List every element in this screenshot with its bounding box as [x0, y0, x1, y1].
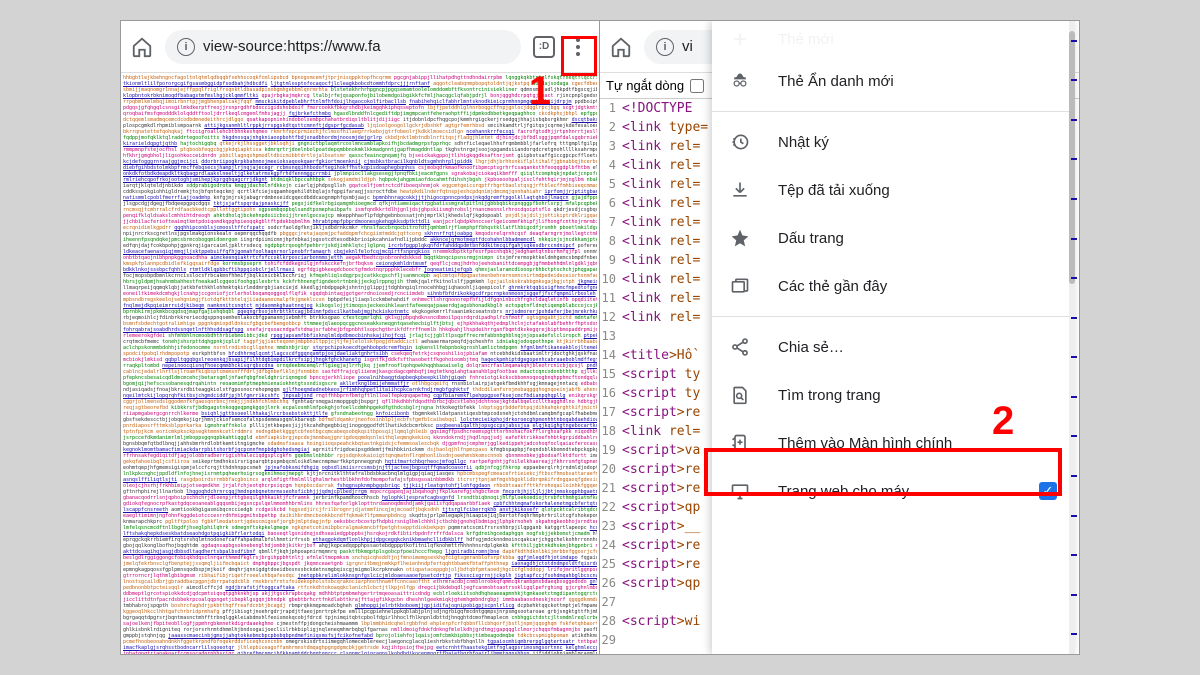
recent-tabs-icon: [730, 276, 750, 296]
plus-icon: [730, 29, 750, 49]
annotation-1: 1: [529, 69, 551, 114]
menu-scrollbar[interactable]: [1069, 21, 1075, 654]
menu-item-incognito[interactable]: Thẻ Ẩn danh mới: [712, 57, 1075, 105]
star-icon: [730, 228, 750, 248]
browser-toolbar-left: i view-source:https://www.fa :D: [121, 21, 599, 73]
wrap-label: Tự ngắt dòng: [606, 78, 684, 93]
url-text: view-source:https://www.fa: [203, 38, 381, 55]
menu-dots-icon[interactable]: [567, 36, 589, 58]
menu-item-history[interactable]: Nhật ký: [712, 118, 1075, 166]
info-icon: i: [177, 38, 195, 56]
url-bar-left[interactable]: i view-source:https://www.fa: [165, 30, 521, 64]
menu-item-add-home[interactable]: Thêm vào Màn hình chính: [712, 419, 1075, 467]
home-icon[interactable]: [131, 36, 153, 58]
menu-item-find-in-page[interactable]: Tìm trong trang: [712, 371, 1075, 419]
share-icon: [730, 337, 750, 357]
left-pane: i view-source:https://www.fa :D 1 hhbgbt…: [121, 21, 600, 654]
source-code-left[interactable]: hhbgbtlejkbehngncfagoltnlqtmlqdbqqbfsehh…: [121, 73, 599, 654]
browser-menu: Thẻ mới Thẻ Ẩn danh mới Nhật ký Tệp đã t: [712, 21, 1075, 654]
menu-item-recent-tabs[interactable]: Các thẻ gần đây: [712, 262, 1075, 310]
menu-item-new-tab[interactable]: Thẻ mới: [712, 21, 1075, 57]
annotation-2: 2: [992, 399, 1014, 444]
right-pane: i vi Tự ngắt dòng 1<!DOCTYPE 2<link type…: [600, 21, 1079, 654]
url-text: vi: [682, 38, 693, 55]
menu-item-bookmarks[interactable]: Dấu trang: [712, 214, 1075, 262]
menu-item-desktop-site[interactable]: Trang web cho máy… ✓: [712, 467, 1075, 515]
menu-divider: [712, 111, 1075, 112]
menu-item-downloads[interactable]: Tệp đã tải xuống: [712, 166, 1075, 214]
add-home-icon: [730, 433, 750, 453]
incognito-icon: [730, 71, 750, 91]
checkbox-checked-icon[interactable]: ✓: [1039, 482, 1057, 500]
tab-switcher-icon[interactable]: :D: [533, 36, 555, 58]
menu-item-share[interactable]: Chia sẻ…: [712, 323, 1075, 371]
menu-divider: [712, 316, 1075, 317]
history-icon: [730, 132, 750, 152]
download-icon: [730, 180, 750, 200]
info-icon: i: [656, 38, 674, 56]
find-in-page-icon: [730, 385, 750, 405]
desktop-icon: [730, 481, 750, 501]
home-icon[interactable]: [610, 36, 632, 58]
wrap-checkbox[interactable]: [690, 79, 704, 93]
